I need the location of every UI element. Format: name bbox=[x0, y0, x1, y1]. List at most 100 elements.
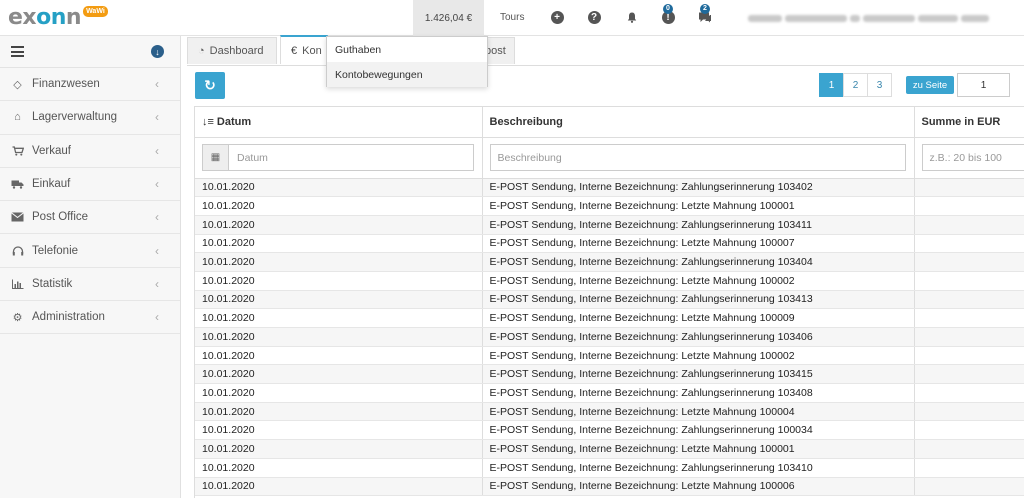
logo-part-3: n bbox=[65, 5, 82, 30]
headset-icon bbox=[10, 245, 25, 257]
table-row[interactable]: 10.01.2020 E-POST Sendung, Interne Bezeic… bbox=[195, 346, 1024, 366]
tab-konto[interactable]: € Kon bbox=[280, 35, 328, 64]
cell-summe bbox=[914, 178, 1024, 198]
cell-datum: 10.01.2020 bbox=[195, 308, 483, 328]
sidebar-item-verkauf[interactable]: Verkauf ‹ bbox=[0, 135, 180, 168]
tab-label: Kon bbox=[302, 44, 322, 57]
cell-beschreibung: E-POST Sendung, Interne Bezeichnung: Let… bbox=[482, 477, 915, 497]
balance-display[interactable]: 1.426,04 € bbox=[413, 0, 484, 36]
beschreibung-filter-input[interactable]: Beschreibung bbox=[489, 144, 906, 171]
help-icon[interactable]: ? bbox=[587, 10, 601, 24]
table-row[interactable]: 10.01.2020 E-POST Sendung, Interne Bezeic… bbox=[195, 439, 1024, 459]
table-row[interactable]: 10.01.2020 E-POST Sendung, Interne Bezeic… bbox=[195, 252, 1024, 272]
menu-item-kontobewegungen[interactable]: Kontobewegungen bbox=[327, 62, 487, 87]
hamburger-icon[interactable] bbox=[11, 46, 24, 57]
tab-dashboard[interactable]: ◔ Dashboard bbox=[187, 37, 277, 64]
goto-page-input[interactable]: 1 bbox=[957, 73, 1010, 97]
table-row[interactable]: 10.01.2020 E-POST Sendung, Interne Bezeic… bbox=[195, 290, 1024, 310]
table-row[interactable]: 10.01.2020 E-POST Sendung, Interne Bezeic… bbox=[195, 234, 1024, 254]
table-row[interactable]: 10.01.2020 E-POST Sendung, Interne Bezeic… bbox=[195, 308, 1024, 328]
sidebar-item-administration[interactable]: ⚙ Administration ‹ bbox=[0, 301, 180, 335]
cell-beschreibung: E-POST Sendung, Interne Bezeichnung: Zah… bbox=[482, 290, 915, 310]
cell-beschreibung: E-POST Sendung, Interne Bezeichnung: Let… bbox=[482, 308, 915, 328]
cell-beschreibung: E-POST Sendung, Interne Bezeichnung: Zah… bbox=[482, 383, 915, 403]
cart-icon bbox=[10, 145, 25, 157]
filter-cell-datum: ▦ Datum bbox=[195, 137, 483, 179]
bell-icon[interactable] bbox=[625, 10, 639, 24]
cell-datum: 10.01.2020 bbox=[195, 402, 483, 422]
sidebar-item-statistik[interactable]: Statistik ‹ bbox=[0, 268, 180, 302]
table-row[interactable]: 10.01.2020 E-POST Sendung, Interne Bezeic… bbox=[195, 458, 1024, 478]
cell-datum: 10.01.2020 bbox=[195, 477, 483, 497]
sidebar-item-label: Finanzwesen bbox=[32, 78, 100, 91]
page-button-2[interactable]: 2 bbox=[843, 73, 868, 97]
table-row[interactable]: 10.01.2020 E-POST Sendung, Interne Bezeic… bbox=[195, 477, 1024, 497]
table-row[interactable]: 10.01.2020 E-POST Sendung, Interne Bezeic… bbox=[195, 420, 1024, 441]
arrow-down-circle-icon[interactable]: ↓ bbox=[151, 45, 164, 58]
cell-summe bbox=[914, 364, 1024, 385]
cell-datum: 10.01.2020 bbox=[195, 215, 483, 235]
page-button-1[interactable]: 1 bbox=[819, 73, 844, 97]
refresh-button[interactable]: ↻ bbox=[195, 72, 225, 99]
cell-summe bbox=[914, 439, 1024, 459]
sidebar: ↓ ◇ Finanzwesen ‹ ⌂ Lagerverwaltung ‹ Ve… bbox=[0, 36, 181, 498]
cell-beschreibung: E-POST Sendung, Interne Bezeichnung: Zah… bbox=[482, 215, 915, 235]
tab-label: Dashboard bbox=[209, 45, 264, 57]
truck-icon bbox=[10, 178, 25, 190]
cell-beschreibung: E-POST Sendung, Interne Bezeichnung: Zah… bbox=[482, 252, 915, 272]
chat-icon[interactable]: 2 bbox=[698, 4, 712, 24]
alert-icon[interactable]: ! 0 bbox=[661, 4, 675, 24]
logo-part-2: on bbox=[36, 5, 66, 30]
pagination: 1 2 3 bbox=[819, 73, 892, 97]
konto-dropdown-menu: Guthaben Kontobewegungen bbox=[326, 36, 488, 87]
sidebar-item-finanzwesen[interactable]: ◇ Finanzwesen ‹ bbox=[0, 68, 180, 102]
page-button-3[interactable]: 3 bbox=[867, 73, 892, 97]
datum-filter-input[interactable]: ▦ Datum bbox=[202, 144, 474, 171]
menu-item-guthaben[interactable]: Guthaben bbox=[327, 37, 487, 62]
cell-datum: 10.01.2020 bbox=[195, 364, 483, 385]
cell-datum: 10.01.2020 bbox=[195, 458, 483, 478]
sort-icon: ↓≡ bbox=[202, 115, 214, 128]
cell-summe bbox=[914, 252, 1024, 272]
user-menu[interactable] bbox=[748, 12, 996, 22]
goto-page-button[interactable]: zu Seite bbox=[906, 76, 954, 94]
sidebar-item-post-office[interactable]: Post Office ‹ bbox=[0, 201, 180, 235]
cell-beschreibung: E-POST Sendung, Interne Bezeichnung: Let… bbox=[482, 234, 915, 254]
cell-summe bbox=[914, 290, 1024, 310]
column-header-summe[interactable]: Summe in EUR bbox=[914, 107, 1024, 138]
cell-datum: 10.01.2020 bbox=[195, 439, 483, 459]
logo[interactable]: exonn WaWi bbox=[8, 5, 108, 31]
sidebar-item-einkauf[interactable]: Einkauf ‹ bbox=[0, 168, 180, 202]
add-icon[interactable]: + bbox=[550, 10, 564, 24]
table-row[interactable]: 10.01.2020 E-POST Sendung, Interne Bezeic… bbox=[195, 402, 1024, 422]
sidebar-header: ↓ bbox=[0, 36, 180, 68]
cell-beschreibung: E-POST Sendung, Interne Bezeichnung: Let… bbox=[482, 346, 915, 366]
table-row[interactable]: 10.01.2020 E-POST Sendung, Interne Bezeic… bbox=[195, 196, 1024, 216]
cell-summe bbox=[914, 327, 1024, 347]
chevron-left-icon: ‹ bbox=[155, 276, 159, 291]
cell-beschreibung: E-POST Sendung, Interne Bezeichnung: Zah… bbox=[482, 178, 915, 198]
table-row[interactable]: 10.01.2020 E-POST Sendung, Interne Bezeic… bbox=[195, 383, 1024, 403]
cell-summe bbox=[914, 271, 1024, 291]
cell-summe bbox=[914, 458, 1024, 478]
table-row[interactable]: 10.01.2020 E-POST Sendung, Interne Bezeic… bbox=[195, 215, 1024, 235]
cell-datum: 10.01.2020 bbox=[195, 420, 483, 441]
table-row[interactable]: 10.01.2020 E-POST Sendung, Interne Bezeic… bbox=[195, 327, 1024, 347]
table-row[interactable]: 10.01.2020 E-POST Sendung, Interne Bezeic… bbox=[195, 364, 1024, 385]
sidebar-item-lagerverwaltung[interactable]: ⌂ Lagerverwaltung ‹ bbox=[0, 101, 180, 135]
column-label: Datum bbox=[216, 115, 252, 128]
sidebar-item-telefonie[interactable]: Telefonie ‹ bbox=[0, 234, 180, 268]
column-header-datum[interactable]: ↓≡ Datum bbox=[195, 107, 483, 138]
table-body: 10.01.2020 E-POST Sendung, Interne Bezeic… bbox=[195, 178, 1024, 497]
tours-link[interactable]: Tours bbox=[500, 0, 524, 36]
cell-datum: 10.01.2020 bbox=[195, 327, 483, 347]
cell-summe bbox=[914, 215, 1024, 235]
cell-beschreibung: E-POST Sendung, Interne Bezeichnung: Zah… bbox=[482, 420, 915, 441]
table-row[interactable]: 10.01.2020 E-POST Sendung, Interne Bezeic… bbox=[195, 178, 1024, 198]
cell-summe bbox=[914, 346, 1024, 366]
column-header-beschreibung[interactable]: Beschreibung bbox=[482, 107, 915, 138]
chevron-left-icon: ‹ bbox=[155, 210, 159, 225]
summe-filter-input[interactable]: z.B.: 20 bis 100 bbox=[921, 144, 1024, 171]
warehouse-icon: ⌂ bbox=[14, 111, 21, 124]
table-row[interactable]: 10.01.2020 E-POST Sendung, Interne Bezeic… bbox=[195, 271, 1024, 291]
